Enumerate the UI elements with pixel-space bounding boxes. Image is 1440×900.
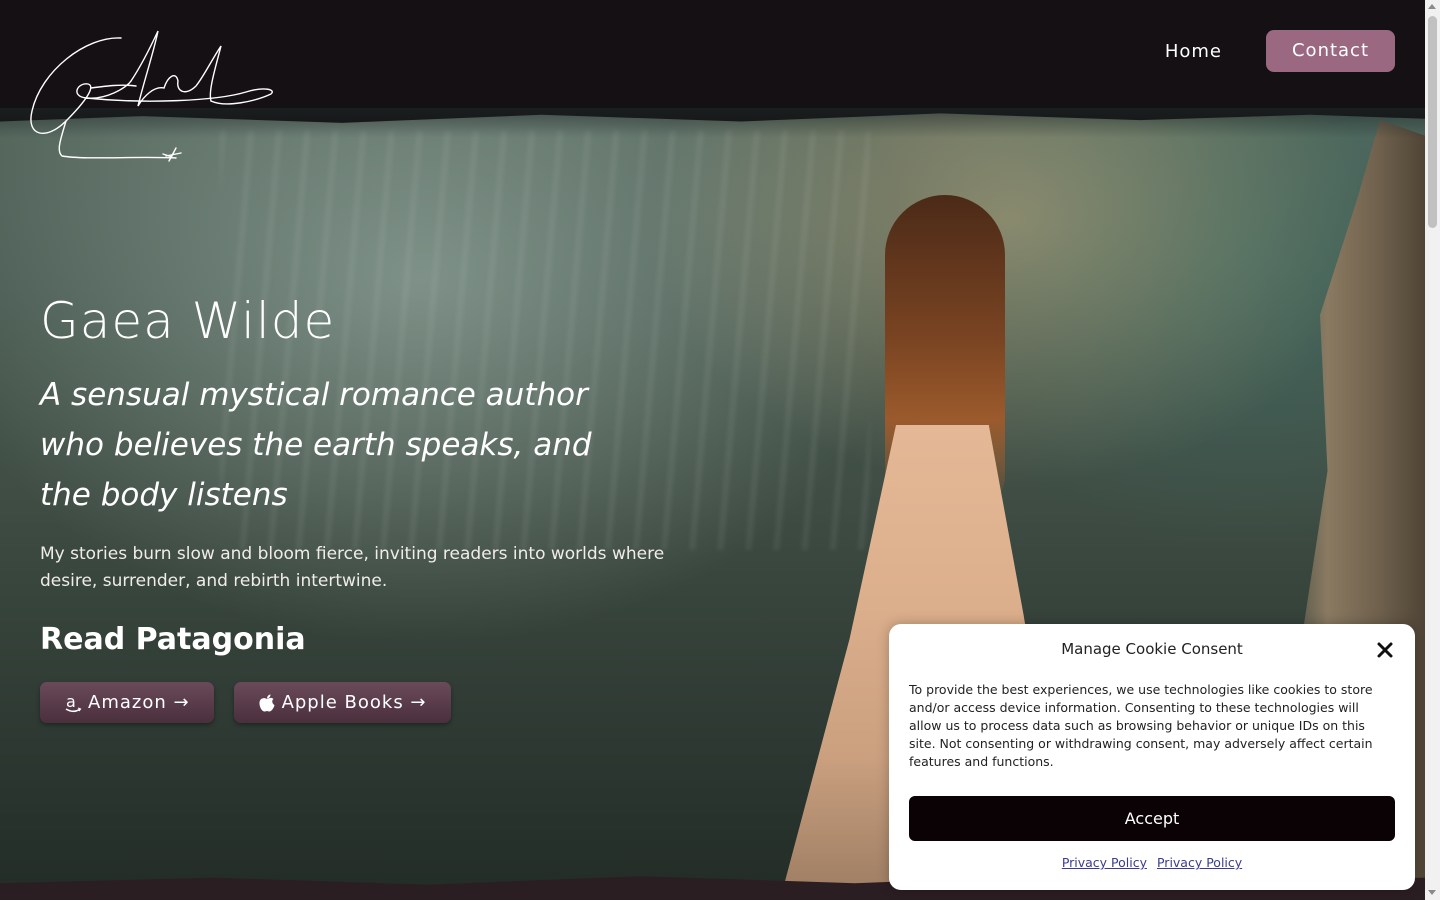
apple-books-button-label: Apple Books →	[281, 692, 427, 713]
cookie-consent-text: To provide the best experiences, we use …	[909, 682, 1373, 769]
svg-text:a: a	[66, 693, 77, 711]
apple-icon	[258, 693, 276, 713]
amazon-button-label: Amazon →	[88, 692, 190, 713]
page: Home Contact Gaea Wilde A sensual mystic…	[0, 0, 1425, 900]
amazon-icon: a	[64, 692, 82, 713]
scroll-up-arrow-icon[interactable]	[1428, 4, 1436, 9]
hero-description: My stories burn slow and bloom fierce, i…	[40, 544, 665, 591]
signature-logo-icon	[30, 30, 273, 162]
scrollbar-thumb[interactable]	[1428, 16, 1437, 228]
read-book-heading: Read Patagonia	[40, 622, 306, 657]
accept-button[interactable]: Accept	[909, 796, 1395, 841]
signature-logo[interactable]	[26, 26, 281, 176]
apple-books-button[interactable]: Apple Books →	[233, 682, 451, 723]
hero-title: Gaea Wilde	[40, 292, 336, 350]
hero-tagline: A sensual mystical romance author who be…	[40, 377, 592, 513]
buy-buttons: a Amazon → Apple Books →	[40, 682, 451, 723]
cookie-policy-links: Privacy Policy Privacy Policy	[889, 855, 1415, 870]
main-nav: Home Contact	[1165, 30, 1395, 72]
cookie-consent-title: Manage Cookie Consent	[1061, 640, 1243, 658]
scroll-down-arrow-icon[interactable]	[1428, 890, 1436, 895]
privacy-policy-link[interactable]: Privacy Policy	[1157, 855, 1242, 870]
amazon-button[interactable]: a Amazon →	[40, 682, 214, 723]
close-icon[interactable]	[1375, 640, 1395, 660]
nav-contact-button[interactable]: Contact	[1266, 30, 1395, 72]
cookie-consent-dialog: Manage Cookie Consent To provide the bes…	[889, 624, 1415, 890]
nav-home-link[interactable]: Home	[1165, 41, 1222, 62]
privacy-policy-link[interactable]: Privacy Policy	[1062, 855, 1147, 870]
page-scrollbar[interactable]	[1425, 0, 1440, 900]
